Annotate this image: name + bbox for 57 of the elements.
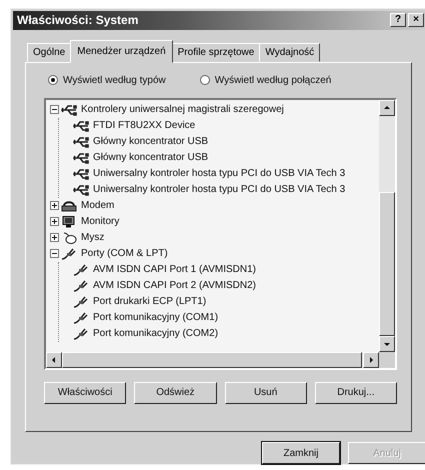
tree-item[interactable]: Mysz — [81, 232, 104, 244]
tab[interactable]: Ogólne — [27, 42, 72, 62]
tree-item[interactable]: Główny koncentrator USB — [93, 152, 208, 164]
radio-label[interactable]: Wyświetl według typów — [63, 74, 166, 86]
plug-icon — [73, 296, 89, 308]
close-button[interactable]: × — [408, 13, 424, 28]
scroll-thumb[interactable] — [379, 192, 395, 336]
usb-icon — [73, 136, 89, 148]
tree-item[interactable]: Uniwersalny kontroler hosta typu PCI do USB VIA Tech 3 — [93, 168, 346, 180]
dialog-button[interactable]: Zamknij — [262, 442, 340, 464]
action-button[interactable]: Drukuj... — [314, 382, 397, 404]
plug-icon — [73, 280, 89, 292]
collapse-icon[interactable] — [50, 105, 59, 114]
tree-item[interactable]: Uniwersalny kontroler hosta typu PCI do USB VIA Tech 3 — [93, 184, 346, 196]
action-button[interactable]: Odśwież — [134, 382, 216, 404]
scroll-right-button[interactable] — [363, 352, 379, 368]
tree-item[interactable]: Port komunikacyjny (COM1) — [93, 312, 218, 324]
tree-item[interactable]: Główny koncentrator USB — [93, 136, 208, 148]
action-button[interactable]: Właściwości — [44, 382, 126, 404]
mouse-icon — [61, 232, 77, 244]
window-title: Właściwości: System — [17, 13, 140, 28]
radio-button[interactable] — [200, 75, 210, 86]
scroll-left-button[interactable] — [46, 352, 62, 368]
expand-icon[interactable] — [50, 217, 59, 226]
monitor-icon — [61, 216, 77, 228]
help-button[interactable]: ? — [390, 13, 406, 28]
tree-item[interactable]: FTDI FT8U2XX Device — [93, 120, 196, 132]
plug-icon — [73, 328, 89, 340]
tab[interactable]: Menedżer urządzeń — [70, 40, 173, 63]
tree-item[interactable]: Monitory — [81, 216, 120, 228]
radio-label[interactable]: Wyświetl według połączeń — [214, 74, 332, 86]
usb-icon — [73, 168, 89, 180]
radio-button[interactable] — [48, 75, 58, 86]
scroll-down-button[interactable] — [379, 336, 395, 352]
usb-icon — [73, 184, 89, 196]
plug-icon — [73, 264, 89, 276]
tree-item[interactable]: Port komunikacyjny (COM2) — [93, 328, 218, 340]
usb-icon — [61, 104, 77, 116]
action-button[interactable]: Usuń — [224, 382, 307, 404]
tab[interactable]: Wydajność — [259, 42, 320, 62]
modem-icon — [61, 200, 77, 212]
scrollbar-corner — [379, 352, 395, 368]
tree-item[interactable]: Kontrolery uniwersalnej magistrali szeregowej — [81, 104, 284, 116]
plug-icon — [61, 248, 77, 260]
plug-icon — [73, 312, 89, 324]
usb-icon — [73, 120, 89, 132]
scroll-up-button[interactable] — [379, 100, 395, 116]
tree-item[interactable]: Port drukarki ECP (LPT1) — [93, 296, 206, 308]
tree-item[interactable]: Modem — [81, 200, 114, 212]
usb-icon — [73, 152, 89, 164]
tree-item[interactable]: Porty (COM & LPT) — [81, 248, 168, 260]
collapse-icon[interactable] — [50, 249, 59, 258]
expand-icon[interactable] — [50, 201, 59, 210]
expand-icon[interactable] — [50, 233, 59, 242]
vertical-scrollbar[interactable] — [379, 100, 395, 352]
tree-item[interactable]: AVM ISDN CAPI Port 2 (AVMISDN2) — [93, 280, 256, 292]
tree-item[interactable]: AVM ISDN CAPI Port 1 (AVMISDN1) — [93, 264, 256, 276]
